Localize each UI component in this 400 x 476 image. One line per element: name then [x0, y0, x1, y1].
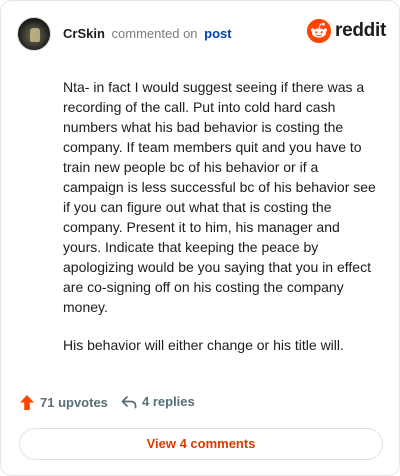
- view-comments-button[interactable]: View 4 comments: [19, 428, 383, 460]
- avatar-figure: [30, 28, 40, 42]
- reply-arrow-icon: [121, 395, 137, 408]
- user-avatar[interactable]: [17, 17, 51, 51]
- comment-card: CrSkin commented on post reddit Nta- in …: [0, 0, 400, 476]
- replies-count: 4 replies: [142, 394, 195, 409]
- reddit-logo[interactable]: reddit: [307, 19, 386, 45]
- comment-paragraph: His behavior will either change or his t…: [63, 337, 344, 353]
- comment-header: CrSkin commented on post reddit: [17, 15, 386, 53]
- comment-paragraph: Nta- in fact I would suggest seeing if t…: [63, 79, 376, 315]
- upvotes-stat[interactable]: 71 upvotes: [19, 394, 108, 411]
- reddit-wordmark: reddit: [335, 20, 386, 41]
- upvotes-count: 71 upvotes: [40, 395, 108, 410]
- upvote-arrow-icon: [20, 395, 34, 410]
- comment-meta: CrSkin commented on post: [63, 26, 232, 41]
- replies-stat[interactable]: 4 replies: [121, 394, 195, 409]
- action-text: commented on: [111, 26, 198, 41]
- post-link[interactable]: post: [204, 26, 231, 41]
- comment-body: Nta- in fact I would suggest seeing if t…: [63, 77, 381, 373]
- reddit-snoo-icon: [307, 19, 331, 43]
- username-link[interactable]: CrSkin: [63, 26, 105, 41]
